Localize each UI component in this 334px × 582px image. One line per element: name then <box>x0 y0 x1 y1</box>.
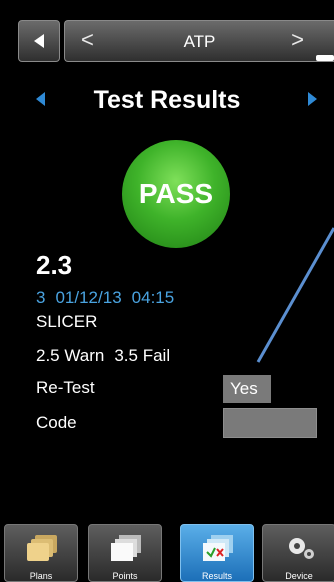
bottom-tab-bar: Plans Points Results Device <box>0 520 334 582</box>
pages-icon <box>111 535 141 561</box>
tab-label: Device <box>285 571 313 581</box>
tab-label: Plans <box>29 571 53 581</box>
tab-label: Points <box>112 571 138 581</box>
tab-results[interactable]: Results <box>180 524 254 582</box>
gears-icon <box>289 538 314 559</box>
tab-points[interactable]: Points <box>88 524 162 582</box>
callout-line <box>256 227 334 363</box>
tab-plans[interactable]: Plans <box>4 524 78 582</box>
results-icon <box>203 535 233 561</box>
folders-icon <box>27 535 57 561</box>
tab-label: Results <box>201 571 232 581</box>
tab-device[interactable]: Device <box>262 524 334 582</box>
